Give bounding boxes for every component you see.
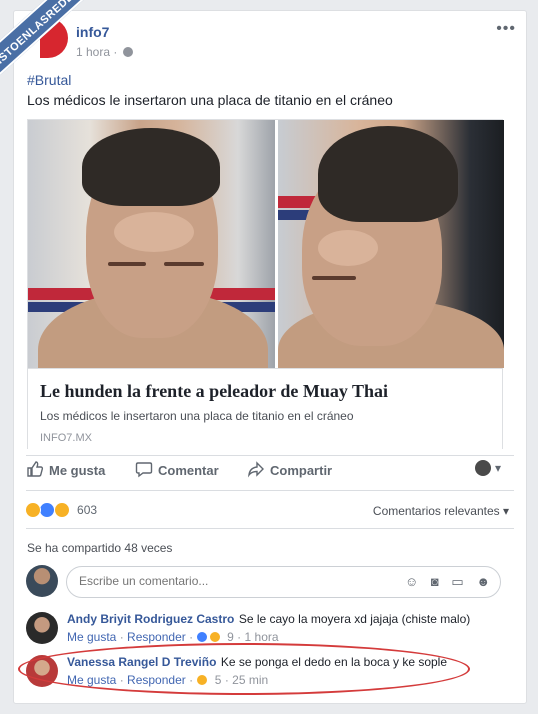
fighter-hair [82, 128, 220, 206]
brow [312, 276, 356, 280]
more-options-icon[interactable]: ••• [496, 20, 516, 38]
chevron-down-icon: ▾ [494, 461, 501, 475]
like-reaction-icon [39, 502, 56, 518]
profile-avatar-icon [474, 460, 491, 476]
haha-reaction-icon [53, 502, 70, 518]
comment-reply-link[interactable]: Responder [127, 630, 186, 644]
comment-button[interactable]: Comentar [135, 460, 219, 481]
link-info[interactable]: Le hunden la frente a peleador de Muay T… [28, 368, 502, 450]
comment-author[interactable]: Andy Briyit Rodriguez Castro [67, 612, 234, 626]
link-preview-card[interactable]: Le hunden la frente a peleador de Muay T… [27, 119, 504, 450]
reactions-summary[interactable]: 603 [25, 502, 97, 518]
share-count[interactable]: Se ha compartido 48 veces [27, 541, 172, 555]
divider [26, 490, 514, 491]
meta-separator: · [189, 630, 197, 644]
post-actions: Me gusta Comentar Compartir ▾ [13, 452, 501, 488]
share-arrow-icon [247, 460, 265, 481]
emoji-icon[interactable]: ☺ [405, 574, 418, 589]
comment-like-link[interactable]: Me gusta [67, 630, 116, 644]
like-reaction-icon [196, 631, 209, 643]
red-highlight-circle [18, 643, 470, 695]
comment-body: Andy Briyit Rodriguez Castro Se le cayo … [67, 610, 470, 628]
share-as-selector[interactable]: ▾ [474, 460, 501, 476]
current-user-avatar [26, 565, 58, 597]
globe-icon [122, 47, 133, 57]
comment-meta: Me gusta · Responder · 9 · 1 hora [67, 630, 279, 644]
comment-bubble-icon [135, 460, 153, 481]
fighter-hair [318, 126, 458, 222]
commenter-avatar[interactable] [26, 612, 58, 644]
post-time[interactable]: 1 hora [76, 45, 110, 59]
divider [26, 528, 514, 529]
haha-reaction-icon [208, 631, 221, 643]
fighter-photo-front [28, 120, 275, 368]
link-domain: INFO7.MX [40, 432, 92, 444]
like-button[interactable]: Me gusta [26, 460, 105, 481]
share-label: Compartir [270, 463, 333, 478]
wow-reaction-icon [25, 502, 41, 518]
meta-separator: · [237, 630, 245, 644]
page-name[interactable]: info7 [76, 24, 109, 40]
comment-reaction-count[interactable]: 9 [227, 630, 234, 644]
link-title[interactable]: Le hunden la frente a peleador de Muay T… [40, 381, 388, 402]
left-brow [108, 262, 146, 266]
reaction-count: 603 [77, 503, 98, 517]
comment-input[interactable] [79, 574, 379, 588]
forehead-dent [318, 230, 378, 266]
hashtag-link[interactable]: #Brutal [27, 72, 71, 88]
camera-icon[interactable]: ◙ [431, 574, 439, 589]
comment-time[interactable]: 1 hora [245, 630, 279, 644]
forehead-dent [114, 212, 194, 252]
post-text: Los médicos le insertaron una placa de t… [27, 92, 393, 108]
like-label: Me gusta [49, 463, 106, 478]
comment-label: Comentar [158, 463, 219, 478]
thumbs-up-icon [26, 460, 44, 481]
meta-separator: · [119, 630, 128, 644]
gif-icon[interactable]: ▭ [451, 574, 463, 589]
comment-sort-dropdown[interactable]: Comentarios relevantes ▾ [373, 504, 509, 518]
share-button[interactable]: Compartir [247, 460, 332, 481]
fighter-photo-side [278, 120, 504, 368]
link-description: Los médicos le insertaron una placa de t… [40, 409, 354, 423]
meta-separator: · [113, 45, 121, 59]
comment-box-icons: ☺ ◙ ▭ ☻ [396, 574, 490, 590]
right-brow [164, 262, 204, 266]
comment-input-box[interactable]: ☺ ◙ ▭ ☻ [66, 566, 501, 598]
comment-text: Se le cayo la moyera xd jajaja (chiste m… [238, 612, 471, 626]
post-meta: 1 hora · [76, 45, 133, 59]
sticker-icon[interactable]: ☻ [476, 574, 490, 589]
